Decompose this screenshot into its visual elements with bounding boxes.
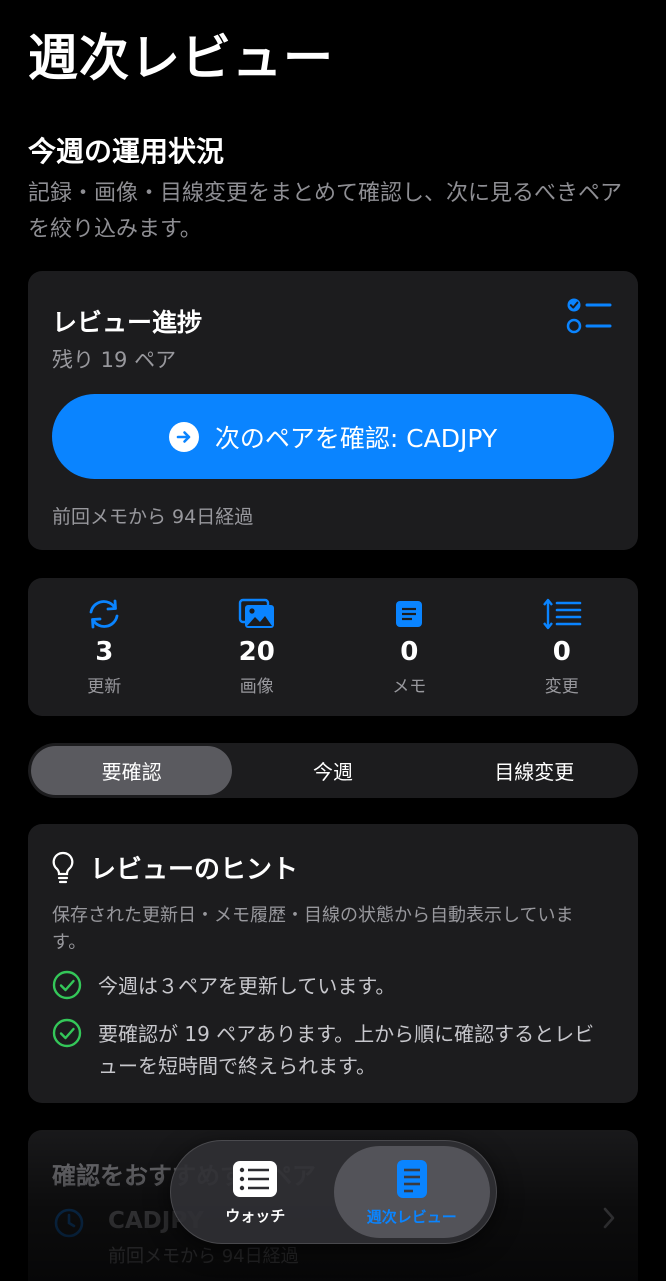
page-title: 週次レビュー: [28, 29, 334, 87]
memo-icon: [394, 596, 424, 632]
stat-updates: 3 更新: [28, 578, 181, 716]
sort-list-icon: [542, 596, 582, 632]
check-circle-icon: [52, 970, 82, 1000]
section-description: 記録・画像・目線変更をまとめて確認し、次に見るべきペアを絞り込みます。: [28, 181, 623, 242]
segment-view-changes[interactable]: 目線変更: [434, 746, 635, 795]
next-pair-label: 次のペアを確認: CADJPY: [214, 423, 498, 453]
hint-item: 今週は３ペアを更新しています。: [52, 970, 598, 1002]
stat-value: 0: [400, 637, 419, 667]
history-clock-icon: [54, 1208, 84, 1238]
tab-watch[interactable]: ウォッチ: [177, 1146, 334, 1238]
stat-label: 画像: [239, 677, 274, 697]
list-icon: [233, 1160, 278, 1197]
weekly-review-screen: 週次レビュー 今週の運用状況 記録・画像・目線変更をまとめて確認し、次に見るべき…: [0, 0, 666, 1281]
photos-icon: [238, 596, 276, 632]
hint-item-text: 要確認が 19 ペアあります。上から順に確認するとレビューを短時間で終えられます…: [98, 1022, 595, 1078]
stat-value: 0: [552, 637, 571, 667]
progress-title: レビュー進捗: [52, 308, 203, 337]
filter-segmented-control: 要確認 今週 目線変更: [28, 743, 638, 798]
hint-title: レビューのヒント: [90, 855, 299, 885]
segment-this-week[interactable]: 今週: [232, 746, 433, 795]
review-progress-card: レビュー進捗 残り 19 ペア 次のペアを確認: CADJPY 前回メモから 9…: [28, 271, 638, 550]
tab-label: ウォッチ: [225, 1206, 286, 1225]
section-title: 今週の運用状況: [28, 135, 225, 168]
stat-value: 20: [238, 637, 275, 667]
stat-value: 3: [95, 637, 114, 667]
hint-description: 保存された更新日・メモ履歴・目線の状態から自動表示しています。: [52, 905, 574, 953]
segment-needs-review[interactable]: 要確認: [31, 746, 233, 795]
remaining-pairs-text: 残り 19 ペア: [52, 348, 177, 372]
stat-images: 20 画像: [181, 578, 334, 716]
arrow-right-circle-icon: [168, 421, 199, 452]
chevron-right-icon: [603, 1207, 615, 1229]
stats-card: 3 更新 20 画像 0 メモ 0 変更: [28, 578, 638, 716]
review-hints-card: レビューのヒント 保存された更新日・メモ履歴・目線の状態から自動表示しています。…: [28, 824, 638, 1103]
next-pair-button[interactable]: 次のペアを確認: CADJPY: [52, 394, 614, 479]
hint-item-text: 今週は３ペアを更新しています。: [98, 974, 396, 998]
stat-label: 変更: [544, 677, 579, 697]
lightbulb-icon: [52, 851, 74, 883]
stat-changes: 0 変更: [486, 578, 639, 716]
stat-label: メモ: [392, 677, 427, 697]
hint-header: レビューのヒント: [52, 849, 298, 886]
stat-memos: 0 メモ: [333, 578, 486, 716]
checklist-icon[interactable]: [566, 295, 612, 337]
stat-label: 更新: [87, 677, 122, 697]
last-memo-elapsed: 前回メモから 94日経過: [52, 506, 254, 528]
tab-weekly-review[interactable]: 週次レビュー: [333, 1146, 490, 1238]
hint-item: 要確認が 19 ペアあります。上から順に確認するとレビューを短時間で終えられます…: [52, 1018, 598, 1082]
refresh-icon: [86, 596, 122, 632]
check-circle-icon: [52, 1018, 82, 1048]
tab-label: 週次レビュー: [366, 1207, 457, 1226]
document-icon: [396, 1159, 427, 1198]
recommended-pair-subtitle: 前回メモから 94日経過: [108, 1246, 299, 1267]
tab-bar: ウォッチ 週次レビュー: [170, 1140, 497, 1244]
